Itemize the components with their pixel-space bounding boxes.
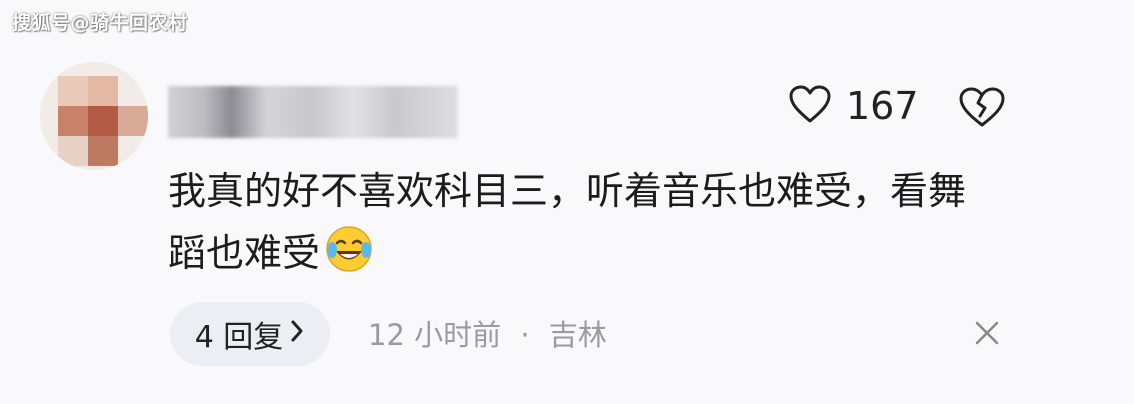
replies-button[interactable]: 4 回复 [170,302,330,366]
laughing-crying-emoji [324,224,374,274]
timestamp: 12 小时前 [368,318,502,352]
meta-separator: · [520,318,530,352]
watermark: 搜狐号@骑牛回农村 [12,12,188,34]
heart-icon [788,84,832,128]
like-button[interactable]: 167 [788,84,919,128]
broken-heart-icon [958,87,1006,132]
avatar[interactable] [40,62,148,170]
comment-text: 我真的好不喜欢科目三，听着音乐也难受，看舞蹈也难受 [168,160,998,284]
location: 吉林 [548,318,607,352]
dislike-button[interactable] [958,86,1006,132]
comment-meta: 12 小时前 · 吉林 [368,312,607,354]
replies-label: 4 回复 [194,320,284,355]
close-button[interactable] [972,318,1002,352]
like-count: 167 [846,84,919,128]
comment-body: 我真的好不喜欢科目三，听着音乐也难受，看舞蹈也难受 [168,169,967,275]
close-icon [972,321,1002,352]
chevron-right-icon [289,317,305,352]
username-redacted[interactable] [168,86,458,138]
